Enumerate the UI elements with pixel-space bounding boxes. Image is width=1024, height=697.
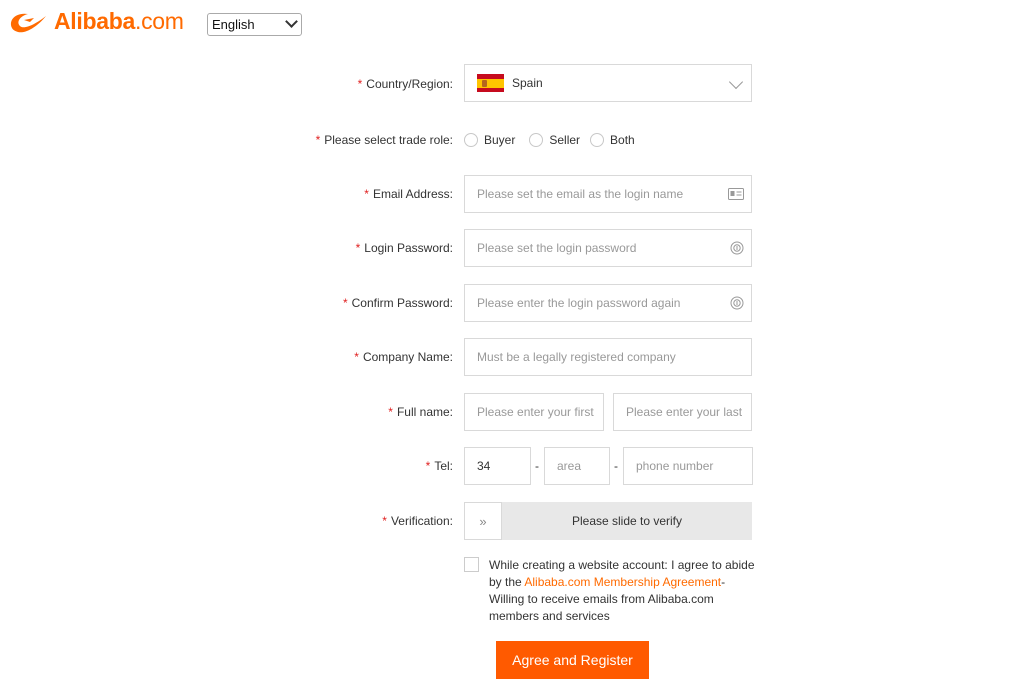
password-field[interactable]: Please set the login password (464, 229, 752, 267)
chevron-down-icon (728, 74, 744, 90)
full-name-label-text: Full name: (396, 405, 453, 419)
verification-label-text: Verification: (390, 514, 453, 528)
slide-verify-track[interactable]: » Please slide to verify (464, 502, 752, 540)
email-label: * Email Address: (364, 187, 453, 201)
alibaba-logo[interactable]: Alibaba.com (6, 6, 184, 36)
tel-separator: - (535, 459, 539, 473)
trade-role-label: * Please select trade role: (316, 133, 453, 147)
slide-verify-text: Please slide to verify (571, 514, 683, 528)
required-star: * (357, 77, 363, 91)
required-star: * (382, 514, 387, 528)
phone-number-placeholder: phone number (636, 459, 714, 473)
company-label: * Company Name: (354, 350, 453, 364)
email-label-text: Email Address: (372, 187, 453, 201)
last-name-field[interactable]: Please enter your last (613, 393, 752, 431)
trade-role-options: Buyer Seller Both (464, 132, 641, 148)
password-label: * Login Password: (356, 241, 453, 255)
required-star: * (355, 241, 361, 255)
trade-role-seller-label: Seller (549, 133, 581, 147)
confirm-password-label: * Confirm Password: (343, 296, 453, 310)
required-star: * (315, 133, 321, 147)
first-name-placeholder: Please enter your first (477, 405, 594, 419)
language-select-value: English (212, 17, 255, 32)
country-code-field[interactable]: 34 (464, 447, 531, 485)
confirm-password-placeholder: Please enter the login password again (477, 296, 681, 310)
verification-label: * Verification: (382, 514, 453, 528)
tel-label: * Tel: (426, 459, 453, 473)
tel-separator: - (614, 459, 618, 473)
trade-role-seller-radio[interactable]: Seller (529, 133, 580, 147)
trade-role-both-radio[interactable]: Both (590, 133, 635, 147)
agreement-checkbox[interactable] (464, 557, 479, 572)
required-star: * (388, 405, 393, 419)
company-name-field[interactable]: Must be a legally registered company (464, 338, 752, 376)
radio-circle[interactable] (464, 133, 478, 147)
area-code-field[interactable]: area (544, 447, 610, 485)
full-name-label: * Full name: (388, 405, 453, 419)
required-star: * (364, 187, 369, 201)
phone-number-field[interactable]: phone number (623, 447, 753, 485)
confirm-password-label-text: Confirm Password: (351, 296, 453, 310)
company-label-text: Company Name: (362, 350, 453, 364)
trade-role-label-text: Please select trade role: (324, 133, 453, 147)
agreement-text: While creating a website account: I agre… (489, 557, 757, 625)
password-placeholder: Please set the login password (477, 241, 637, 255)
fingerprint-icon[interactable] (730, 240, 744, 256)
radio-circle[interactable] (529, 133, 544, 147)
password-label-text: Login Password: (364, 241, 453, 255)
spain-flag-icon (477, 74, 504, 92)
confirm-password-field[interactable]: Please enter the login password again (464, 284, 752, 322)
company-placeholder: Must be a legally registered company (477, 350, 676, 364)
logo-suffix: .com (134, 7, 184, 34)
radio-circle[interactable] (590, 133, 605, 147)
first-name-field[interactable]: Please enter your first (464, 393, 604, 431)
chevron-down-icon (285, 15, 298, 28)
logo-wordmark: Alibaba (54, 7, 135, 34)
last-name-placeholder: Please enter your last (626, 405, 743, 419)
required-star: * (354, 350, 359, 364)
required-star: * (425, 459, 431, 473)
double-chevron-right-icon: » (479, 513, 487, 529)
email-field[interactable]: Please set the email as the login name (464, 175, 752, 213)
trade-role-buyer-label: Buyer (484, 133, 516, 147)
id-card-icon (728, 188, 744, 200)
email-placeholder: Please set the email as the login name (477, 187, 684, 201)
required-star: * (342, 296, 348, 310)
agree-and-register-button[interactable]: Agree and Register (496, 641, 649, 679)
country-code-value: 34 (477, 459, 491, 473)
country-label: * Country/Region: (358, 77, 453, 91)
trade-role-buyer-radio[interactable]: Buyer (464, 133, 515, 147)
country-label-text: Country/Region: (366, 77, 453, 91)
slide-verify-handle[interactable]: » (464, 502, 502, 540)
language-select[interactable]: English (207, 13, 302, 36)
trade-role-both-label: Both (610, 133, 635, 147)
area-placeholder: area (557, 459, 582, 473)
tel-label-text: Tel: (434, 459, 453, 473)
country-select[interactable]: Spain (464, 64, 752, 102)
fingerprint-icon[interactable] (730, 295, 744, 311)
alibaba-logo-icon (10, 13, 47, 33)
country-select-value: Spain (512, 76, 543, 90)
membership-agreement-link[interactable]: Alibaba.com Membership Agreement (524, 575, 721, 589)
